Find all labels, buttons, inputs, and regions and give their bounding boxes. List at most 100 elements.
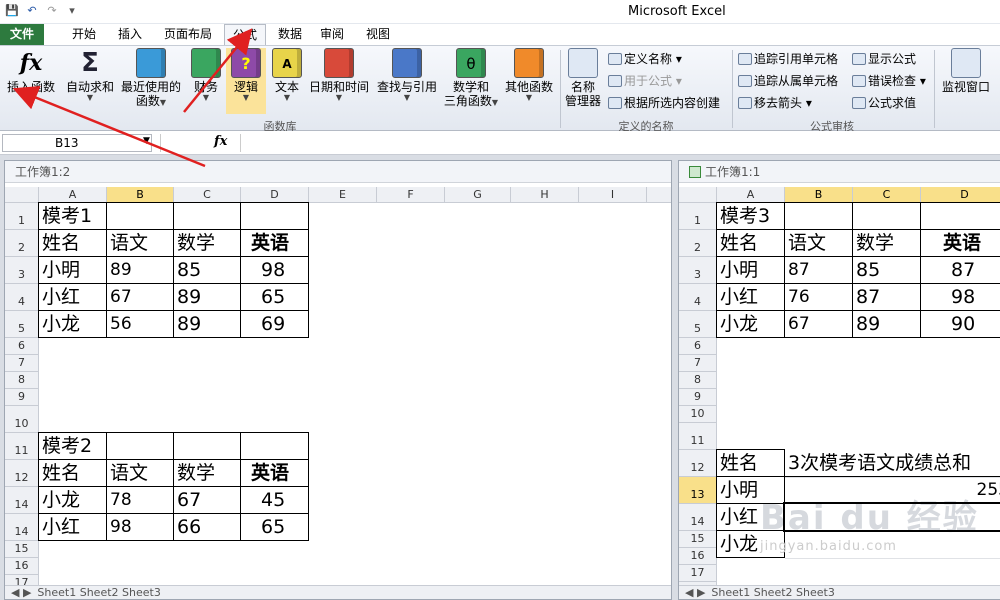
cell-d13[interactable]: 65 (240, 513, 309, 541)
column-header[interactable]: D (921, 187, 1000, 203)
error-checking-button[interactable]: 错误检查 ▾ (852, 74, 926, 88)
cell-b5[interactable]: 56 (106, 310, 174, 338)
text-button[interactable]: A 文本 ▼ (270, 48, 304, 102)
cell-c3[interactable]: 85 (852, 256, 921, 284)
cell-b4[interactable]: 67 (106, 283, 174, 311)
column-header[interactable]: C (853, 187, 921, 203)
row-header[interactable]: 10 (5, 406, 39, 433)
formula-input[interactable] (244, 134, 994, 152)
logical-button[interactable]: ? 逻辑 ▼ (226, 48, 266, 114)
insert-function-fx-icon[interactable]: fx (214, 134, 227, 149)
row-header[interactable]: 2 (5, 230, 39, 257)
recent-functions-button[interactable]: 最近使用的 函数▼ (118, 48, 184, 108)
tab-file[interactable]: 文件 (0, 24, 44, 46)
financial-button[interactable]: 财务 ▼ (188, 48, 224, 102)
cell-a4[interactable]: 小红 (38, 283, 107, 311)
cell-b10[interactable] (106, 432, 174, 460)
cell-d5[interactable]: 90 (920, 310, 1000, 338)
cell-c13[interactable]: 66 (173, 513, 241, 541)
row-header[interactable]: 14 (679, 504, 717, 531)
redo-icon[interactable]: ↷ (44, 3, 60, 19)
tab-page-layout[interactable]: 页面布局 (158, 24, 218, 46)
cell-a3[interactable]: 小明 (716, 256, 785, 284)
cell-a3[interactable]: 小明 (38, 256, 107, 284)
cell-c10[interactable] (173, 432, 241, 460)
sheet-tabs[interactable]: ◀ ▶ Sheet1 Sheet2 Sheet3 (679, 585, 1000, 599)
sheet-nav-icon[interactable]: ◀ ▶ (5, 586, 37, 599)
column-header[interactable]: F (377, 187, 445, 203)
trace-dependents-button[interactable]: 追踪从属单元格 (738, 74, 838, 88)
math-trig-button[interactable]: θ 数学和 三角函数▼ (442, 48, 500, 108)
cell-b2[interactable]: 语文 (784, 229, 853, 257)
cell-a1[interactable]: 模考1 (38, 202, 107, 230)
define-name-button[interactable]: 定义名称 ▾ (608, 52, 682, 66)
row-header[interactable]: 17 (679, 565, 717, 582)
cell-b2[interactable]: 语文 (106, 229, 174, 257)
cell-d4[interactable]: 98 (920, 283, 1000, 311)
row-header[interactable]: 9 (5, 389, 39, 406)
cell-c2[interactable]: 数学 (852, 229, 921, 257)
create-from-selection-button[interactable]: 根据所选内容创建 (608, 96, 720, 110)
row-header[interactable]: 5 (679, 311, 717, 338)
cell-b4[interactable]: 76 (784, 283, 853, 311)
cell-d2[interactable]: 英语 (920, 229, 1000, 257)
cell-b13[interactable]: 98 (106, 513, 174, 541)
cell-a11[interactable]: 姓名 (716, 449, 785, 477)
lookup-button[interactable]: 查找与引用 ▼ (374, 48, 440, 102)
column-header[interactable]: B (785, 187, 853, 203)
row-header[interactable]: 8 (679, 372, 717, 389)
watch-window-button[interactable]: 监视窗口 (936, 48, 996, 94)
cell-b13-active[interactable] (783, 502, 1000, 532)
cell-c2[interactable]: 数学 (173, 229, 241, 257)
column-header[interactable]: E (309, 187, 377, 203)
cell-a10[interactable]: 模考2 (38, 432, 107, 460)
workbook-window-left[interactable]: 工作簿1:2 A B C D E F G H I 1 2 3 4 5 6 7 8… (4, 160, 672, 600)
row-header[interactable]: 2 (679, 230, 717, 257)
row-header[interactable]: 6 (679, 338, 717, 355)
row-header[interactable]: 3 (679, 257, 717, 284)
remove-arrows-button[interactable]: 移去箭头 ▾ (738, 96, 812, 110)
column-header[interactable] (647, 187, 671, 203)
row-header[interactable]: 5 (5, 311, 39, 338)
cell-c5[interactable]: 89 (852, 310, 921, 338)
row-header[interactable]: 15 (5, 541, 39, 558)
name-box[interactable]: B13 (2, 134, 152, 152)
show-formulas-button[interactable]: 显示公式 (852, 52, 916, 66)
row-header[interactable]: 4 (679, 284, 717, 311)
row-header[interactable]: 15 (679, 531, 717, 548)
insert-function-button[interactable]: fx 插入函数 (2, 48, 60, 94)
sheet-nav-icon[interactable]: ◀ ▶ (679, 586, 711, 599)
cell-d1[interactable] (240, 202, 309, 230)
row-header[interactable]: 9 (679, 389, 717, 406)
cell-c4[interactable]: 89 (173, 283, 241, 311)
autosum-button[interactable]: Σ 自动求和 ▼ (64, 48, 116, 102)
row-header[interactable]: 16 (5, 558, 39, 575)
tab-formulas[interactable]: 公式 (224, 24, 266, 46)
tab-home[interactable]: 开始 (66, 24, 102, 46)
name-box-dropdown-icon[interactable]: ▼ (143, 136, 150, 146)
cell-d1[interactable] (920, 202, 1000, 230)
row-header[interactable]: 14 (5, 514, 39, 541)
column-header[interactable]: I (579, 187, 647, 203)
column-header[interactable]: A (39, 187, 107, 203)
cell-a14[interactable]: 小龙 (38, 486, 107, 514)
more-functions-button[interactable]: 其他函数 ▼ (502, 48, 556, 102)
cell-c3[interactable]: 85 (173, 256, 241, 284)
cell-a13[interactable]: 小红 (38, 513, 107, 541)
use-in-formula-button[interactable]: 用于公式 ▾ (608, 74, 682, 88)
cell-b3[interactable]: 89 (106, 256, 174, 284)
tab-insert[interactable]: 插入 (112, 24, 148, 46)
cell-a2[interactable]: 姓名 (38, 229, 107, 257)
select-all-corner[interactable] (679, 187, 717, 203)
cell-c5[interactable]: 89 (173, 310, 241, 338)
column-header[interactable]: G (445, 187, 511, 203)
row-header[interactable]: 1 (679, 203, 717, 230)
cell-a2[interactable]: 姓名 (716, 229, 785, 257)
select-all-corner[interactable] (5, 187, 39, 203)
cell-d4[interactable]: 65 (240, 283, 309, 311)
row-header[interactable]: 1 (5, 203, 39, 230)
column-header[interactable]: B (107, 187, 174, 203)
cell-a5[interactable]: 小龙 (38, 310, 107, 338)
cell-c1[interactable] (852, 202, 921, 230)
cell-b11[interactable]: 3次模考语文成绩总和 (785, 450, 1000, 478)
